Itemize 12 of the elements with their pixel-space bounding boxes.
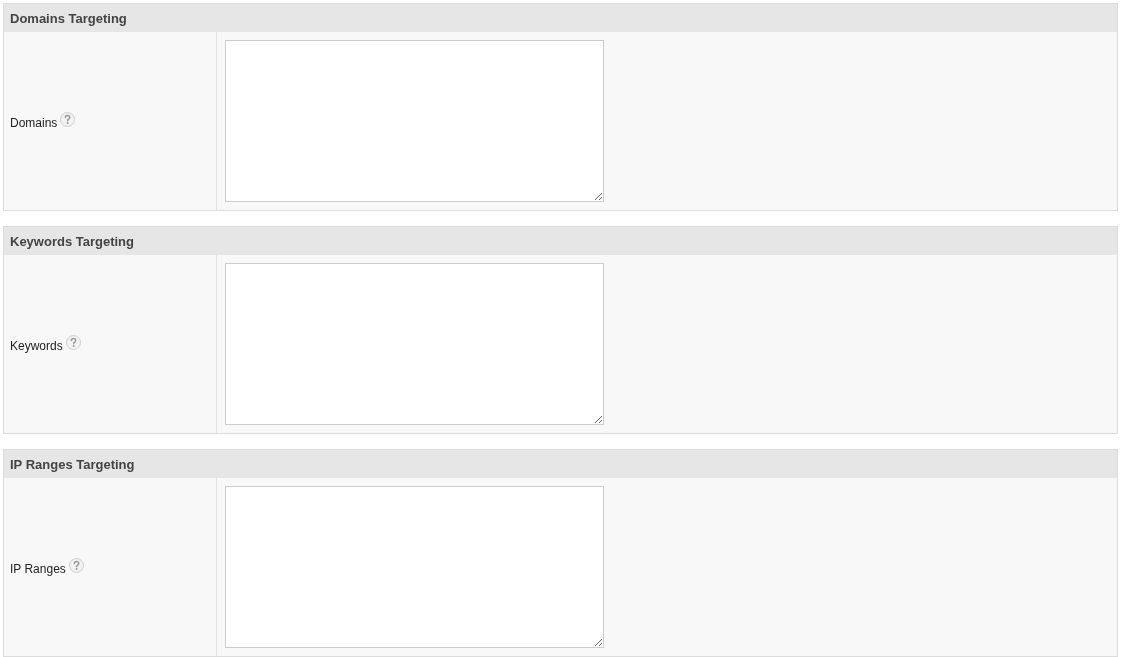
field-label: Domains bbox=[10, 117, 58, 129]
help-icon[interactable] bbox=[68, 557, 84, 573]
panel-title: IP Ranges Targeting bbox=[10, 457, 135, 471]
help-icon[interactable] bbox=[60, 111, 76, 127]
field-label: Keywords bbox=[10, 340, 63, 352]
field-label: IP Ranges bbox=[10, 563, 66, 575]
text-area-field[interactable] bbox=[225, 263, 604, 425]
panel-title: Domains Targeting bbox=[10, 11, 127, 25]
help-icon[interactable] bbox=[65, 334, 81, 350]
text-area-field[interactable] bbox=[225, 486, 604, 648]
text-area-field[interactable] bbox=[225, 40, 604, 202]
panel-title: Keywords Targeting bbox=[10, 234, 134, 248]
